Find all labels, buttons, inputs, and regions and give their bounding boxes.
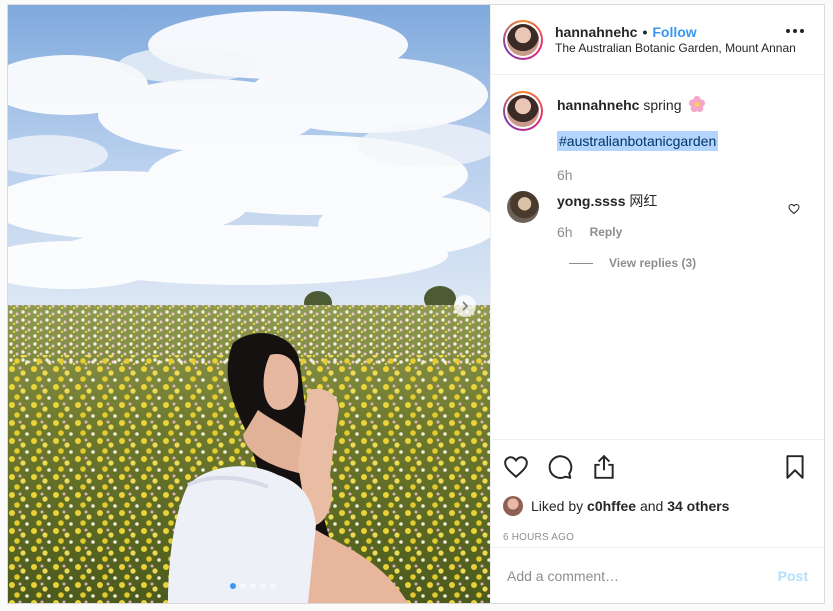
view-replies-button[interactable]: View replies (3)	[569, 256, 812, 270]
carousel-dot	[240, 583, 246, 589]
carousel-dot	[250, 583, 256, 589]
caption-avatar[interactable]	[503, 91, 543, 131]
post-photo[interactable]	[8, 5, 490, 603]
next-photo-button[interactable]	[454, 295, 476, 317]
comment-time[interactable]: 6h	[557, 222, 573, 242]
separator-dot: •	[642, 23, 648, 40]
caption: hannahnehc spring #australianbotanicgard…	[503, 91, 812, 185]
bookmark-icon[interactable]	[782, 454, 808, 480]
carousel-indicator	[230, 583, 276, 589]
heart-icon[interactable]	[503, 454, 529, 480]
post-timestamp[interactable]: 6 HOURS AGO	[503, 532, 812, 543]
caption-username[interactable]: hannahnehc	[557, 97, 639, 113]
carousel-dot	[270, 583, 276, 589]
replies-divider	[569, 262, 593, 264]
liked-others-link[interactable]: 34 others	[667, 498, 729, 514]
post-header: hannahnehc • Follow The Australian Botan…	[491, 5, 824, 75]
likes-summary: Liked by c0hffee and 34 others	[503, 494, 812, 518]
comment-icon[interactable]	[547, 454, 573, 480]
comment-text: 网红	[629, 193, 658, 209]
liked-prefix: Liked by	[531, 498, 584, 514]
avatar	[507, 23, 539, 56]
share-icon[interactable]	[591, 454, 617, 480]
caption-text: spring	[643, 97, 682, 113]
chevron-right-icon	[462, 301, 469, 311]
like-comment-heart-icon[interactable]	[788, 203, 800, 215]
post-side-panel: hannahnehc • Follow The Australian Botan…	[490, 5, 824, 603]
post-comment-button[interactable]: Post	[778, 568, 808, 584]
comment-item: yong.ssss 网红 6h Reply	[503, 191, 812, 242]
comment-username[interactable]: yong.ssss	[557, 193, 625, 209]
post-location[interactable]: The Australian Botanic Garden, Mount Ann…	[555, 41, 796, 57]
pink-flower-icon	[689, 95, 706, 113]
carousel-dot	[230, 583, 236, 589]
liked-and: and	[639, 498, 664, 514]
carousel-dot	[260, 583, 266, 589]
more-options-icon[interactable]	[786, 29, 804, 33]
commenter-avatar[interactable]	[507, 191, 539, 223]
follow-button[interactable]: Follow	[652, 23, 696, 41]
comment-input[interactable]	[507, 567, 778, 584]
caption-time[interactable]: 6h	[557, 165, 718, 185]
reply-button[interactable]: Reply	[590, 222, 623, 242]
view-replies-label: View replies (3)	[609, 256, 697, 270]
liked-user[interactable]: c0hffee	[587, 498, 636, 514]
photo-scene	[8, 5, 490, 603]
add-comment-form: Post	[491, 547, 824, 603]
post-actions-section: Liked by c0hffee and 34 others 6 HOURS A…	[491, 439, 824, 543]
liker-avatar[interactable]	[503, 496, 523, 516]
post-container: hannahnehc • Follow The Australian Botan…	[7, 4, 825, 604]
post-username[interactable]: hannahnehc	[555, 23, 637, 41]
comments-list: hannahnehc spring #australianbotanicgard…	[491, 75, 824, 439]
avatar	[507, 95, 539, 127]
hashtag-link[interactable]: #australianbotanicgarden	[557, 131, 719, 151]
story-ring[interactable]	[503, 19, 543, 60]
action-bar	[503, 440, 812, 494]
